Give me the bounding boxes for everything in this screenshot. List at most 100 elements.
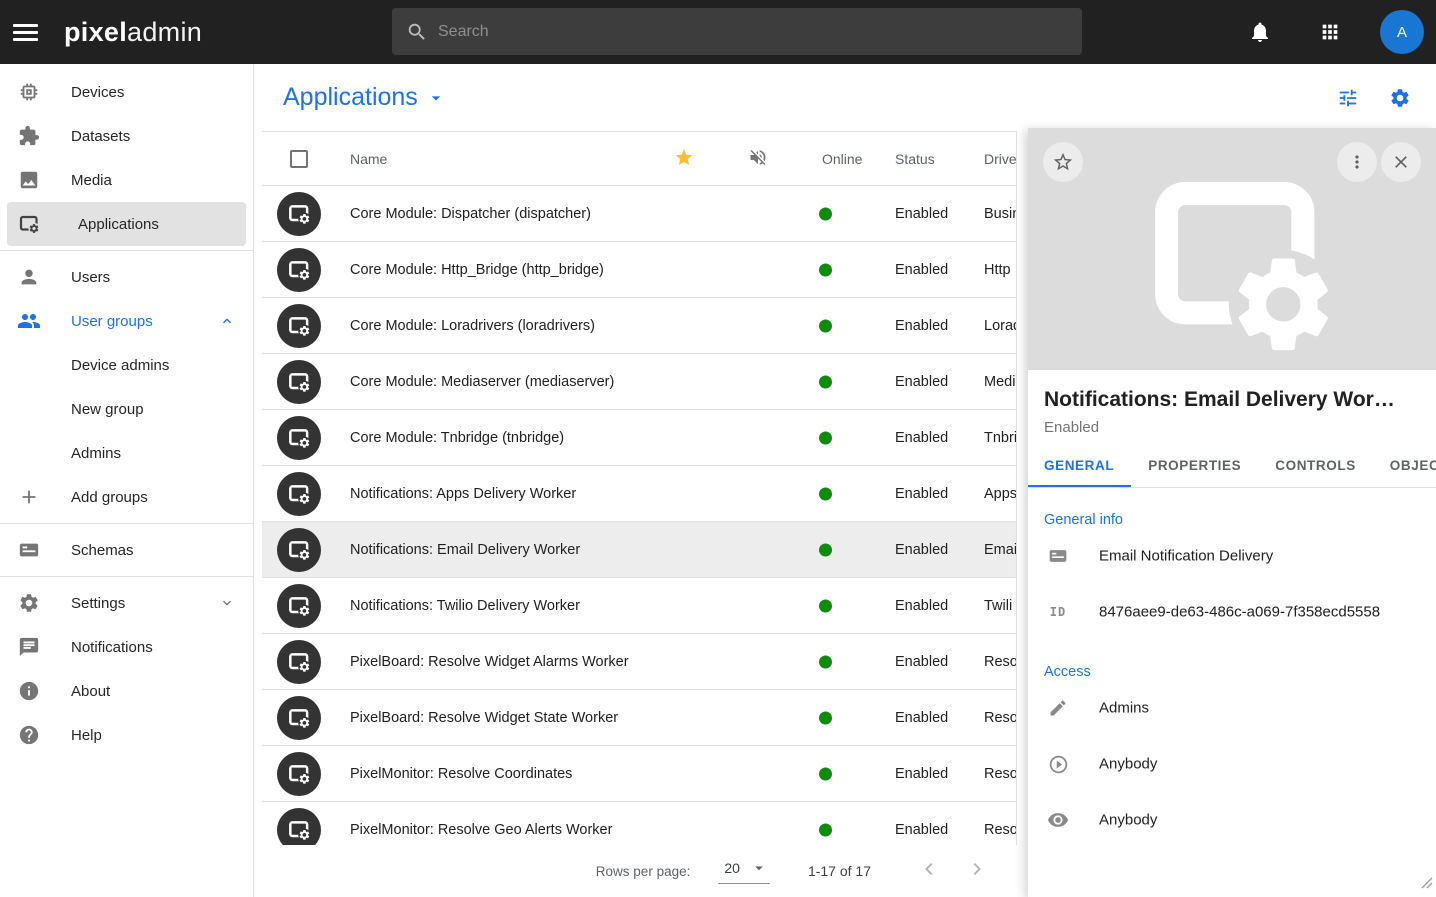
tab-general[interactable]: GENERAL [1028, 458, 1131, 487]
sidebar-item-about[interactable]: About [0, 669, 253, 713]
online-dot [819, 431, 832, 444]
table-row[interactable]: Core Module: Http_Bridge (http_bridge) E… [262, 242, 1016, 298]
tab-properties[interactable]: PROPERTIES [1131, 458, 1258, 487]
table-rows: Core Module: Dispatcher (dispatcher) Ena… [262, 186, 1016, 845]
avatar[interactable]: A [1380, 10, 1424, 54]
table-row[interactable]: Notifications: Email Delivery Worker Ena… [262, 522, 1016, 578]
table-row[interactable]: Core Module: Loradrivers (loradrivers) E… [262, 298, 1016, 354]
sidebar-item-label: Help [71, 727, 102, 744]
row-status: Enabled [895, 206, 948, 222]
table-row[interactable]: Core Module: Dispatcher (dispatcher) Ena… [262, 186, 1016, 242]
sidebar-item-label: Devices [71, 84, 124, 101]
select-all-checkbox[interactable] [290, 150, 308, 168]
memory-chip-icon [17, 80, 41, 104]
gear-icon [17, 591, 41, 615]
panel-tabs: GENERAL PROPERTIES CONTROLS OBJECTS [1028, 458, 1436, 488]
app-settings-icon [277, 416, 321, 460]
plus-icon [17, 485, 41, 509]
chevron-right-icon[interactable] [965, 857, 989, 886]
row-driver: Reso [984, 710, 1016, 726]
row-name: Core Module: Tnbridge (tnbridge) [350, 430, 564, 446]
table-row[interactable]: PixelMonitor: Resolve Coordinates Enable… [262, 746, 1016, 802]
page-title-dropdown[interactable]: Applications [283, 83, 446, 112]
search-icon [406, 21, 428, 43]
sidebar-item-user-groups[interactable]: User groups [0, 299, 253, 343]
sidebar-item-notifications[interactable]: Notifications [0, 625, 253, 669]
row-driver: Busin [984, 206, 1016, 222]
sidebar-item-label: Datasets [71, 128, 130, 145]
tab-objects[interactable]: OBJECTS [1373, 458, 1436, 487]
tab-controls[interactable]: CONTROLS [1258, 458, 1373, 487]
sidebar-item-label: Add groups [71, 489, 148, 506]
sidebar-item-devices[interactable]: Devices [0, 70, 253, 114]
schema-card-icon [17, 538, 41, 562]
tune-filter-icon[interactable] [1336, 86, 1360, 110]
apps-grid-icon[interactable] [1310, 12, 1350, 52]
star-icon[interactable] [674, 147, 694, 170]
close-icon[interactable] [1381, 142, 1421, 182]
sidebar-item-label: Schemas [71, 542, 134, 559]
sidebar-item-settings[interactable]: Settings [0, 581, 253, 625]
table-row[interactable]: Core Module: Mediaserver (mediaserver) E… [262, 354, 1016, 410]
sidebar-item-admins[interactable]: Admins [0, 431, 253, 475]
column-header-status[interactable]: Status [895, 151, 935, 167]
sidebar-item-device-admins[interactable]: Device admins [0, 343, 253, 387]
sidebar-item-datasets[interactable]: Datasets [0, 114, 253, 158]
online-dot [819, 487, 832, 500]
row-driver: Apps [984, 486, 1016, 502]
row-driver: Twili [984, 598, 1012, 614]
topbar-actions: A [1240, 0, 1436, 64]
table-row[interactable]: Notifications: Apps Delivery Worker Enab… [262, 466, 1016, 522]
search-input[interactable] [438, 23, 1068, 41]
column-header-online[interactable]: Online [822, 151, 862, 167]
table-row[interactable]: Core Module: Tnbridge (tnbridge) Enabled… [262, 410, 1016, 466]
rows-per-page-select[interactable]: 20 [718, 859, 770, 884]
header-actions [1336, 86, 1436, 110]
app-settings-icon [277, 248, 321, 292]
chevron-left-icon[interactable] [917, 857, 941, 886]
page-title: Applications [283, 83, 418, 112]
sidebar-item-help[interactable]: Help [0, 713, 253, 757]
image-icon [17, 168, 41, 192]
app-settings-icon [277, 640, 321, 684]
volume-off-icon[interactable] [748, 147, 768, 170]
table-row[interactable]: PixelMonitor: Resolve Geo Alerts Worker … [262, 802, 1016, 845]
sidebar-item-add-groups[interactable]: Add groups [0, 475, 253, 519]
access-row-write: Admins [1028, 680, 1436, 736]
menu-icon[interactable] [0, 0, 50, 64]
resize-handle[interactable] [1421, 876, 1433, 894]
notifications-bell-icon[interactable] [1240, 12, 1280, 52]
global-search[interactable] [392, 8, 1082, 55]
applications-table: Name Online Status Driver Core Module: D… [262, 131, 1017, 845]
online-dot [819, 375, 832, 388]
online-dot [819, 319, 832, 332]
more-vert-icon[interactable] [1337, 142, 1377, 182]
row-name: Notifications: Twilio Delivery Worker [350, 598, 580, 614]
sidebar-item-schemas[interactable]: Schemas [0, 528, 253, 572]
section-access: Access [1044, 664, 1420, 680]
row-status: Enabled [895, 598, 948, 614]
row-name: Core Module: Loradrivers (loradrivers) [350, 318, 595, 334]
top-bar: pixeladmin A [0, 0, 1436, 64]
sidebar-item-label: Settings [71, 595, 125, 612]
gear-icon[interactable] [1388, 86, 1412, 110]
chevron-down-icon[interactable] [219, 595, 235, 611]
star-outline-icon[interactable] [1043, 142, 1083, 182]
chevron-up-icon[interactable] [219, 313, 235, 329]
sidebar-item-media[interactable]: Media [0, 158, 253, 202]
sidebar-item-applications[interactable]: Applications [7, 202, 246, 246]
table-row[interactable]: PixelBoard: Resolve Widget State Worker … [262, 690, 1016, 746]
app-settings-banner-icon [1136, 168, 1341, 363]
row-status: Enabled [895, 486, 948, 502]
table-row[interactable]: Notifications: Twilio Delivery Worker En… [262, 578, 1016, 634]
column-header-driver[interactable]: Driver [984, 151, 1017, 167]
column-header-name[interactable]: Name [350, 151, 387, 167]
help-icon [17, 723, 41, 747]
info-row-schema: Email Notification Delivery [1028, 528, 1436, 584]
sidebar-item-new-group[interactable]: New group [0, 387, 253, 431]
table-row[interactable]: PixelBoard: Resolve Widget Alarms Worker… [262, 634, 1016, 690]
pagination-range: 1-17 of 17 [808, 863, 871, 879]
brand-bold: pixel [64, 17, 127, 47]
access-row-read: Anybody [1028, 792, 1436, 848]
sidebar-item-users[interactable]: Users [0, 255, 253, 299]
